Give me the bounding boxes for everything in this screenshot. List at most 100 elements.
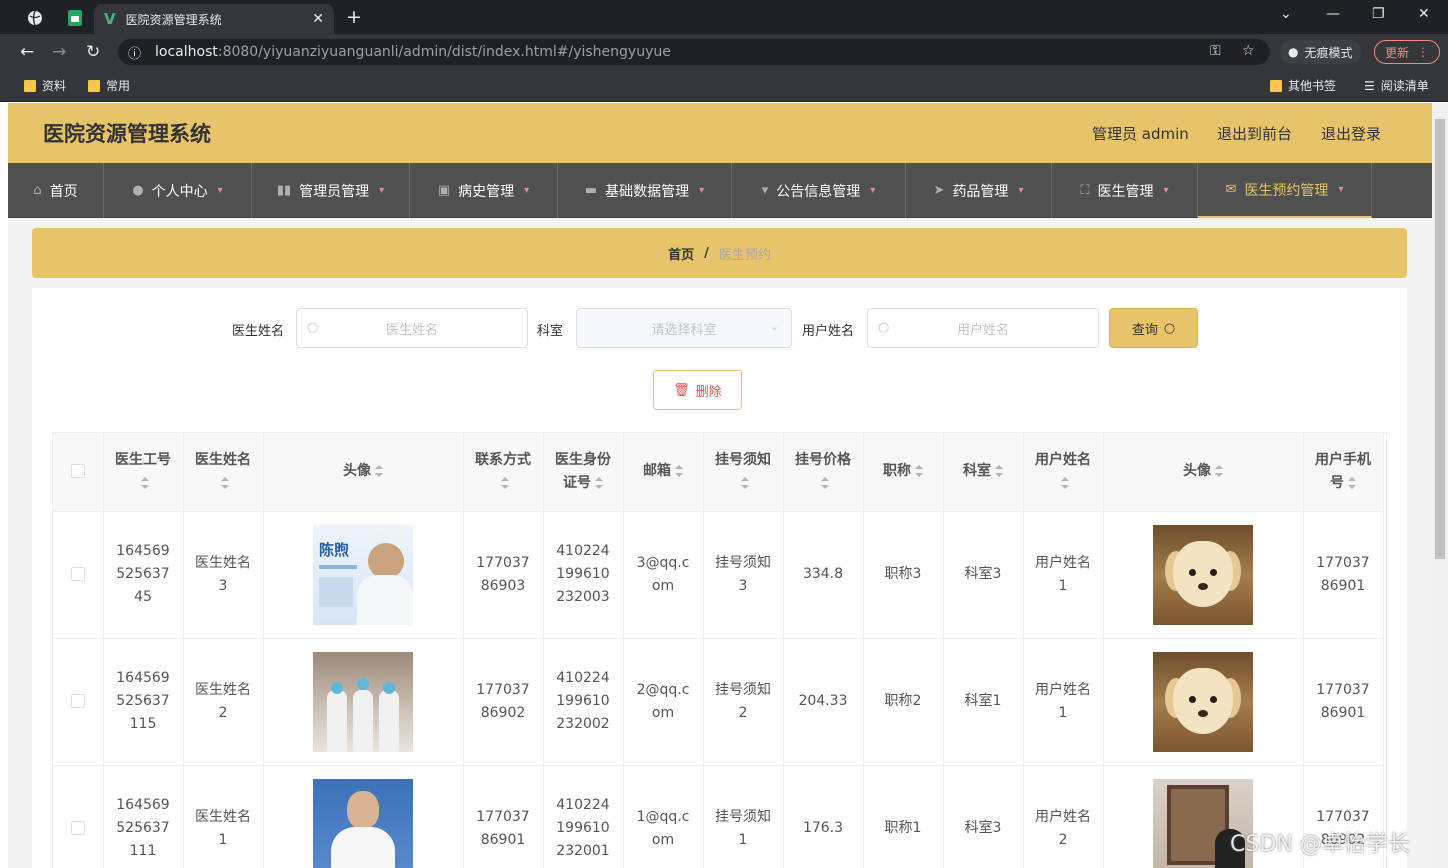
delete-button[interactable]: 🗑 删除 — [653, 370, 742, 410]
update-button[interactable]: 更新 ⋮ — [1374, 40, 1440, 64]
menu-item-home[interactable]: ⌂ 首页 — [8, 163, 104, 218]
column-header[interactable]: 联系方式 — [463, 433, 544, 512]
menu-item-notices[interactable]: ▾ 公告信息管理 ▾ — [732, 163, 906, 218]
active-tab[interactable]: V 医院资源管理系统 ✕ — [94, 4, 334, 34]
user-name-input[interactable]: ○ 用户姓名 — [867, 308, 1099, 348]
column-header[interactable]: 职称 — [863, 433, 944, 512]
column-header[interactable]: 用户姓名 — [1023, 433, 1104, 512]
header-label: 邮箱 — [643, 463, 671, 480]
app-title: 医院资源管理系统 — [43, 122, 211, 146]
bookmark-folder[interactable]: 资料 — [24, 77, 66, 94]
sort-icon[interactable] — [1215, 465, 1223, 478]
column-header[interactable]: 医生工号 — [103, 433, 184, 512]
scrollbar-thumb[interactable] — [1435, 119, 1445, 559]
doctor-avatar-image — [313, 651, 413, 752]
bookmark-label: 常用 — [106, 79, 131, 93]
sheets-tab-icon[interactable] — [60, 6, 90, 30]
current-user: 管理员 admin — [1092, 124, 1189, 143]
user-name-cell: 用户姓名1 — [1023, 511, 1104, 639]
back-icon[interactable]: ← — [20, 42, 34, 62]
doctor-name-cell: 医生姓名2 — [183, 638, 264, 766]
close-window-icon[interactable]: ✕ — [1418, 6, 1430, 22]
sort-icon[interactable] — [821, 476, 829, 489]
folder-icon — [88, 79, 100, 92]
vue-logo-icon: V — [104, 10, 116, 28]
other-bookmarks[interactable]: 其他书签 — [1270, 77, 1336, 94]
close-tab-icon[interactable]: ✕ — [312, 11, 324, 27]
column-header[interactable]: 挂号须知 — [703, 433, 784, 512]
row-checkbox[interactable] — [70, 567, 85, 581]
title-cell: 职称1 — [863, 765, 944, 868]
doctor-avatar-image: 陈煦 — [313, 524, 413, 625]
email-cell: 3@qq.com — [623, 511, 704, 639]
globe-tab-icon[interactable] — [20, 6, 50, 30]
restore-icon[interactable]: ❐ — [1372, 6, 1385, 22]
tab-search-chevron-icon[interactable]: ⌄ — [1280, 6, 1292, 22]
page-scrollbar[interactable] — [1432, 103, 1448, 868]
minimize-icon[interactable]: — — [1326, 6, 1340, 22]
doctor-avatar-cell: 陈煦 — [263, 511, 464, 639]
column-header[interactable]: 医生身份证号 — [543, 433, 624, 512]
reload-icon[interactable]: ↻ — [86, 42, 100, 62]
mail-icon: ✉ — [1225, 182, 1237, 197]
row-checkbox[interactable] — [70, 694, 85, 708]
select-all-checkbox[interactable] — [70, 464, 85, 479]
column-header[interactable]: 科室 — [943, 433, 1024, 512]
menu-item-admins[interactable]: ▮▮ 管理员管理 ▾ — [252, 163, 410, 218]
sort-icon[interactable] — [741, 476, 749, 489]
query-button[interactable]: 查询 ○ — [1109, 308, 1198, 348]
breadcrumb-home[interactable]: 首页 — [668, 244, 694, 263]
column-header[interactable]: 挂号价格 — [783, 433, 864, 512]
column-header[interactable]: 医生姓名 — [183, 433, 264, 512]
column-header[interactable]: 头像 — [1103, 433, 1304, 512]
bookmark-label: 资料 — [42, 79, 67, 93]
column-header[interactable]: 头像 — [263, 433, 464, 512]
folder-icon — [24, 79, 36, 92]
menu-item-appointments[interactable]: ✉ 医生预约管理 ▾ — [1198, 163, 1372, 218]
incognito-label: 无痕模式 — [1304, 45, 1353, 60]
dept-select[interactable]: 请选择科室 ⌄ — [576, 308, 792, 348]
sort-icon[interactable] — [1061, 476, 1069, 489]
row-checkbox[interactable] — [70, 821, 85, 835]
page-viewport: 医院资源管理系统 管理员 admin 退出到前台 退出登录 ⌂ 首页 ● 个人中心 ▾… — [8, 103, 1432, 868]
sort-icon[interactable] — [501, 476, 509, 489]
new-tab-icon[interactable]: + — [346, 6, 362, 28]
column-header[interactable]: 邮箱 — [623, 433, 704, 512]
column-header[interactable]: 用户手机号 — [1303, 433, 1384, 512]
bookmark-star-icon[interactable]: ☆ — [1242, 43, 1255, 59]
email-cell: 2@qq.com — [623, 638, 704, 766]
url-field[interactable]: ⓘ localhost :8080/yiyuanziyuanguanli/adm… — [118, 39, 1270, 65]
logout-link[interactable]: 退出登录 — [1321, 123, 1381, 144]
sort-icon[interactable] — [995, 465, 1003, 478]
sort-icon[interactable] — [141, 476, 149, 489]
user-name-cell: 用户姓名2 — [1023, 765, 1104, 868]
notice-cell: 挂号须知2 — [703, 638, 784, 766]
menu-item-drugs[interactable]: ➤ 药品管理 ▾ — [906, 163, 1052, 218]
info-icon[interactable]: ⓘ — [128, 43, 141, 62]
sort-icon[interactable] — [675, 465, 683, 478]
sort-icon[interactable] — [1348, 476, 1356, 489]
exit-to-front-link[interactable]: 退出到前台 — [1217, 123, 1292, 144]
monitor-icon: ▬ — [584, 183, 598, 198]
sort-icon[interactable] — [595, 476, 603, 489]
user-avatar-image — [1153, 524, 1253, 625]
menu-item-profile[interactable]: ● 个人中心 ▾ — [104, 163, 252, 218]
sort-icon[interactable] — [915, 465, 923, 478]
dept-cell: 科室3 — [943, 511, 1024, 639]
key-icon[interactable]: ⚿ — [1210, 43, 1221, 59]
reading-list[interactable]: ☰ 阅读清单 — [1364, 77, 1429, 94]
menu-item-basedata[interactable]: ▬ 基础数据管理 ▾ — [558, 163, 732, 218]
table-header-row: 医生工号 医生姓名 头像 联系方式 医生身份证号 邮箱 挂号须知 挂号价格 职称… — [53, 433, 1384, 512]
user-icon: ● — [132, 183, 144, 198]
doctor-name-input[interactable]: ○ 医生姓名 — [296, 308, 528, 348]
dept-cell: 科室1 — [943, 638, 1024, 766]
sort-icon[interactable] — [221, 476, 229, 489]
incognito-indicator[interactable]: ● 无痕模式 — [1280, 40, 1361, 64]
sort-icon[interactable] — [375, 465, 383, 478]
doctor-name-placeholder: 医生姓名 — [385, 322, 438, 338]
menu-item-doctors[interactable]: ⛶ 医生管理 ▾ — [1052, 163, 1198, 218]
bookmark-folder[interactable]: 常用 — [88, 77, 130, 94]
menu-item-history[interactable]: ▣ 病史管理 ▾ — [410, 163, 558, 218]
forward-icon[interactable]: → — [52, 42, 66, 62]
dept-label: 科室 — [537, 324, 564, 339]
